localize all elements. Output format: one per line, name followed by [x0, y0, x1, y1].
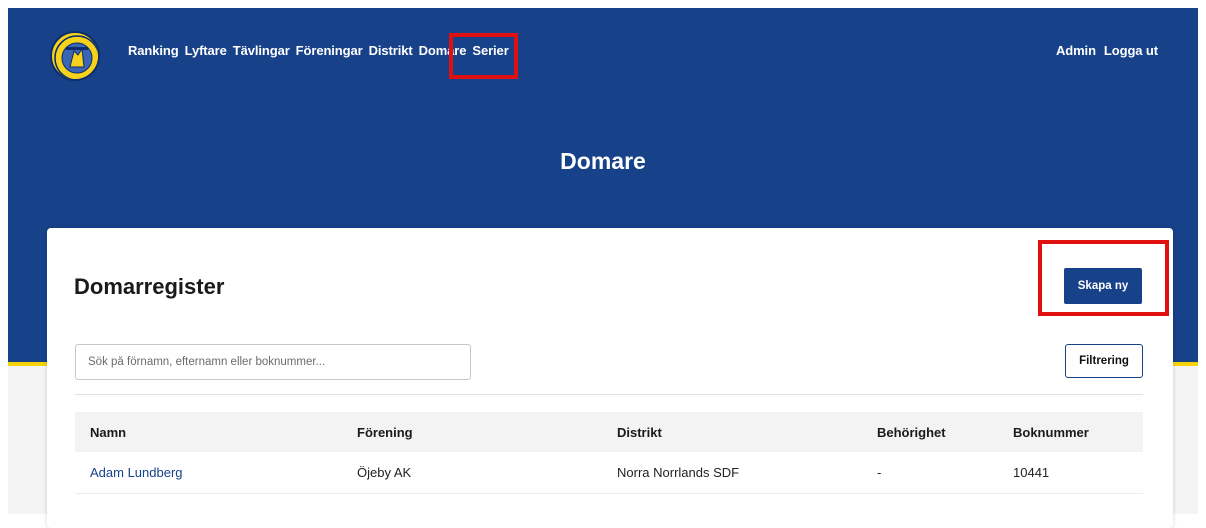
nav-item-ranking[interactable]: Ranking: [128, 43, 179, 58]
card-title: Domarregister: [74, 274, 225, 299]
user-nav: Admin Logga ut: [1056, 43, 1158, 58]
register-card: Domarregister Skapa ny Filtrering Namn F…: [47, 228, 1173, 528]
nav-item-distrikt[interactable]: Distrikt: [369, 43, 413, 58]
referee-table: Namn Förening Distrikt Behörighet Boknum…: [75, 412, 1143, 494]
header-boknummer[interactable]: Boknummer: [1013, 425, 1089, 440]
header-forening[interactable]: Förening: [357, 425, 413, 440]
cell-behorighet: -: [877, 465, 882, 480]
table-header: Namn Förening Distrikt Behörighet Boknum…: [75, 412, 1143, 452]
referee-name-link[interactable]: Adam Lundberg: [90, 465, 183, 480]
cell-forening: Öjeby AK: [357, 465, 412, 480]
cell-boknummer: 10441: [1013, 465, 1050, 480]
header-namn[interactable]: Namn: [90, 425, 126, 440]
nav-item-lyftare[interactable]: Lyftare: [185, 43, 227, 58]
cell-distrikt: Norra Norrlands SDF: [617, 465, 740, 480]
table-row: Adam Lundberg Öjeby AK Norra Norrlands S…: [75, 452, 1143, 494]
filter-button[interactable]: Filtrering: [1065, 344, 1143, 378]
nav-item-foreningar[interactable]: Föreningar: [296, 43, 363, 58]
highlight-box-domare: [449, 33, 518, 79]
nav-item-tavlingar[interactable]: Tävlingar: [233, 43, 290, 58]
nav-item-admin[interactable]: Admin: [1056, 43, 1096, 58]
divider: [75, 394, 1143, 395]
search-input[interactable]: [75, 344, 471, 380]
logout-link[interactable]: Logga ut: [1104, 43, 1158, 58]
highlight-box-create: [1038, 240, 1169, 316]
page-title: Domare: [560, 148, 646, 174]
federation-logo[interactable]: [50, 31, 100, 81]
header-behorighet[interactable]: Behörighet: [877, 425, 946, 440]
header-distrikt[interactable]: Distrikt: [617, 425, 662, 440]
